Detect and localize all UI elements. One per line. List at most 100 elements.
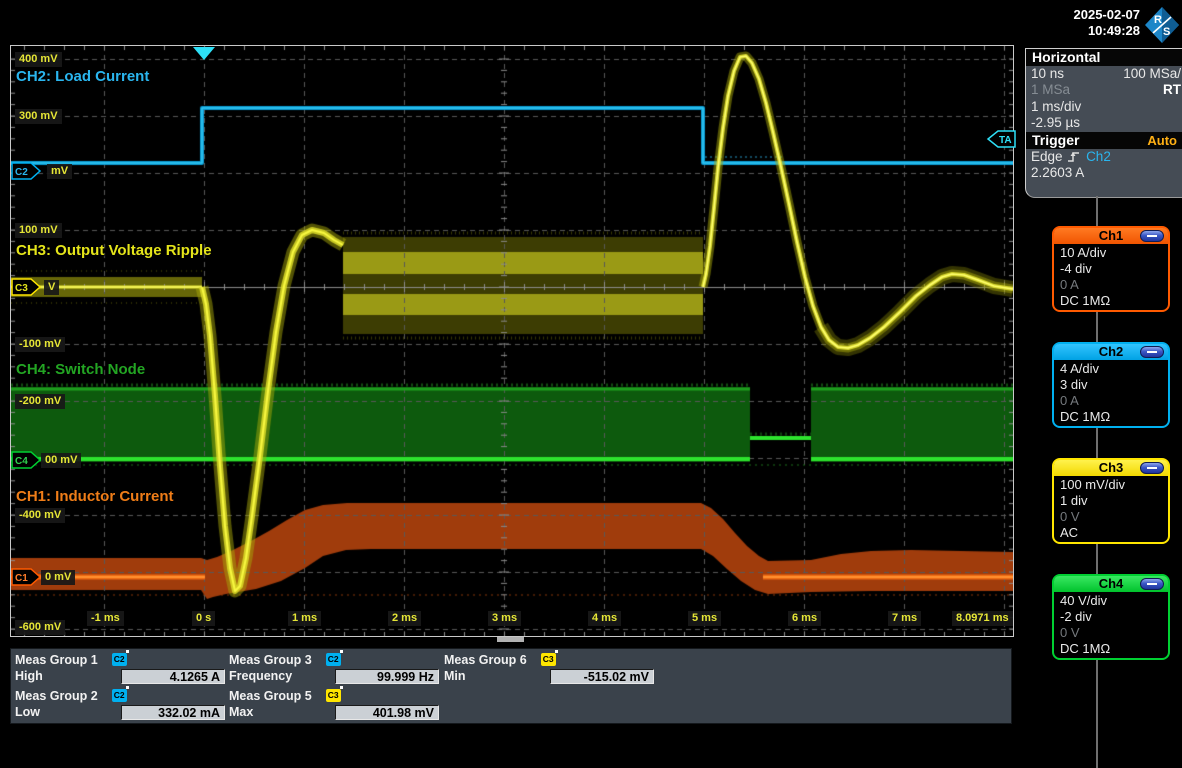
horizontal-resolution: 10 ns [1031, 66, 1064, 82]
channel-box-ch3[interactable]: Ch3 100 mV/div 1 div 0 V AC [1052, 458, 1170, 544]
x-axis-label: 4 ms [588, 611, 621, 626]
meas-metric: Max [229, 705, 335, 719]
horizontal-scrollbar-thumb[interactable] [497, 637, 524, 642]
ch4-scale: 40 V/div [1060, 593, 1168, 609]
ch1-offset: 0 A [1060, 277, 1168, 293]
date-label: 2025-02-07 [1000, 7, 1140, 23]
waveform-canvas [11, 46, 1013, 636]
x-axis-label: 1 ms [288, 611, 321, 626]
trigger-source: Ch2 [1086, 149, 1111, 164]
x-axis-label: -1 ms [87, 611, 124, 626]
minimize-button[interactable] [1140, 578, 1164, 590]
meas-value: 4.1265 A [121, 669, 225, 684]
channel-box-ch1[interactable]: Ch1 10 A/div -4 div 0 A DC 1MΩ [1052, 226, 1170, 312]
meas-source-badge: C2 [326, 653, 341, 666]
y-axis-label: -400 mV [15, 508, 65, 523]
trigger-panel-header[interactable]: Trigger Auto [1026, 132, 1182, 149]
y-axis-label-partial: 0 mV [41, 570, 75, 585]
x-axis-label: 8.0971 ms [952, 611, 1013, 626]
meas-group-2[interactable]: Meas Group 2 C2 Low 332.02 mA [15, 687, 227, 722]
ch3-position-marker[interactable]: C3 [11, 278, 43, 296]
svg-text:R: R [1154, 14, 1162, 26]
x-axis-label: 5 ms [688, 611, 721, 626]
channel-box-ch4[interactable]: Ch4 40 V/div -2 div 0 V DC 1MΩ [1052, 574, 1170, 660]
meas-metric: Low [15, 705, 121, 719]
ch4-coupling: DC 1MΩ [1060, 641, 1168, 657]
y-axis-label: -100 mV [15, 337, 65, 352]
meas-source-badge: C2 [112, 689, 127, 702]
y-axis-label: 300 mV [15, 109, 62, 124]
rs-logo-icon: R S [1144, 6, 1180, 44]
trace-label-ch1: CH1: Inductor Current [16, 488, 174, 505]
svg-text:S: S [1163, 26, 1170, 38]
horizontal-sample-rate: 100 MSa/ [1123, 66, 1181, 82]
channel-box-ch3-header[interactable]: Ch3 [1054, 460, 1168, 476]
x-axis-label: 0 s [192, 611, 215, 626]
minimize-button[interactable] [1140, 230, 1164, 242]
datetime: 2025-02-07 10:49:28 [1000, 7, 1140, 39]
channel-box-ch2-header[interactable]: Ch2 [1054, 344, 1168, 360]
oscilloscope-screen: 2025-02-07 10:49:28 R S CH2: Load Curren… [0, 0, 1182, 768]
meas-group-name: Meas Group 1 [15, 653, 98, 667]
channel-box-ch4-header[interactable]: Ch4 [1054, 576, 1168, 592]
meas-group-1[interactable]: Meas Group 1 C2 High 4.1265 A [15, 651, 227, 686]
trace-label-ch3: CH3: Output Voltage Ripple [16, 242, 212, 259]
trigger-title: Trigger [1032, 132, 1079, 149]
horizontal-position: -2.95 µs [1031, 115, 1080, 131]
ch1-position-marker[interactable]: C1 [11, 568, 43, 586]
svg-text:C2: C2 [15, 167, 28, 178]
y-axis-label-partial: 00 mV [41, 453, 81, 468]
meas-group-6[interactable]: Meas Group 6 C3 Min -515.02 mV [444, 651, 656, 686]
trigger-level-tag[interactable]: TA [986, 130, 1017, 148]
meas-group-name: Meas Group 2 [15, 689, 98, 703]
x-axis-label: 3 ms [488, 611, 521, 626]
y-axis-label-partial: V [44, 280, 59, 295]
x-axis-label: 7 ms [888, 611, 921, 626]
channel-box-ch4-title: Ch4 [1099, 576, 1124, 591]
horizontal-title: Horizontal [1032, 49, 1100, 66]
meas-metric: High [15, 669, 121, 683]
trace-label-ch2: CH2: Load Current [16, 68, 149, 85]
ch3-coupling: AC [1060, 525, 1168, 541]
svg-text:C4: C4 [15, 456, 28, 467]
ch1-coupling: DC 1MΩ [1060, 293, 1168, 309]
meas-metric: Min [444, 669, 550, 683]
y-axis-label: -600 mV [15, 620, 65, 635]
meas-source-badge: C2 [112, 653, 127, 666]
minimize-button[interactable] [1140, 346, 1164, 358]
horizontal-mode: RT [1163, 82, 1181, 98]
rising-edge-icon [1066, 150, 1082, 163]
trigger-position-marker[interactable] [192, 46, 216, 61]
meas-group-name: Meas Group 3 [229, 653, 312, 667]
trigger-level: 2.2603 A [1031, 165, 1084, 181]
ch2-offset: 0 A [1060, 393, 1168, 409]
ch4-position-marker[interactable]: C4 [11, 451, 43, 469]
svg-text:TA: TA [999, 135, 1012, 146]
meas-metric: Frequency [229, 669, 335, 683]
y-axis-label: -200 mV [15, 394, 65, 409]
x-axis-label: 2 ms [388, 611, 421, 626]
ch1-position: -4 div [1060, 261, 1168, 277]
svg-text:C3: C3 [15, 283, 28, 294]
channel-box-ch3-title: Ch3 [1099, 460, 1124, 475]
meas-value: -515.02 mV [550, 669, 654, 684]
ch2-position-marker[interactable]: C2 [11, 162, 43, 180]
trace-label-ch4: CH4: Switch Node [16, 361, 145, 378]
x-axis-label: 6 ms [788, 611, 821, 626]
trigger-type: Edge [1031, 149, 1063, 164]
ch3-position: 1 div [1060, 493, 1168, 509]
channel-box-ch1-header[interactable]: Ch1 [1054, 228, 1168, 244]
meas-group-3[interactable]: Meas Group 3 C2 Frequency 99.999 Hz [229, 651, 441, 686]
meas-group-name: Meas Group 5 [229, 689, 312, 703]
y-axis-label: 100 mV [15, 223, 62, 238]
ch2-coupling: DC 1MΩ [1060, 409, 1168, 425]
waveform-display: CH2: Load Current CH3: Output Voltage Ri… [10, 45, 1014, 637]
meas-group-5[interactable]: Meas Group 5 C3 Max 401.98 mV [229, 687, 441, 722]
horizontal-trigger-panel[interactable]: Horizontal 10 ns 100 MSa/ 1 MSa RT 1 ms/… [1025, 48, 1182, 198]
ch2-scale: 4 A/div [1060, 361, 1168, 377]
minimize-button[interactable] [1140, 462, 1164, 474]
horizontal-panel-header[interactable]: Horizontal [1026, 49, 1182, 66]
ch4-offset: 0 V [1060, 625, 1168, 641]
channel-box-ch2[interactable]: Ch2 4 A/div 3 div 0 A DC 1MΩ [1052, 342, 1170, 428]
meas-value: 401.98 mV [335, 705, 439, 720]
